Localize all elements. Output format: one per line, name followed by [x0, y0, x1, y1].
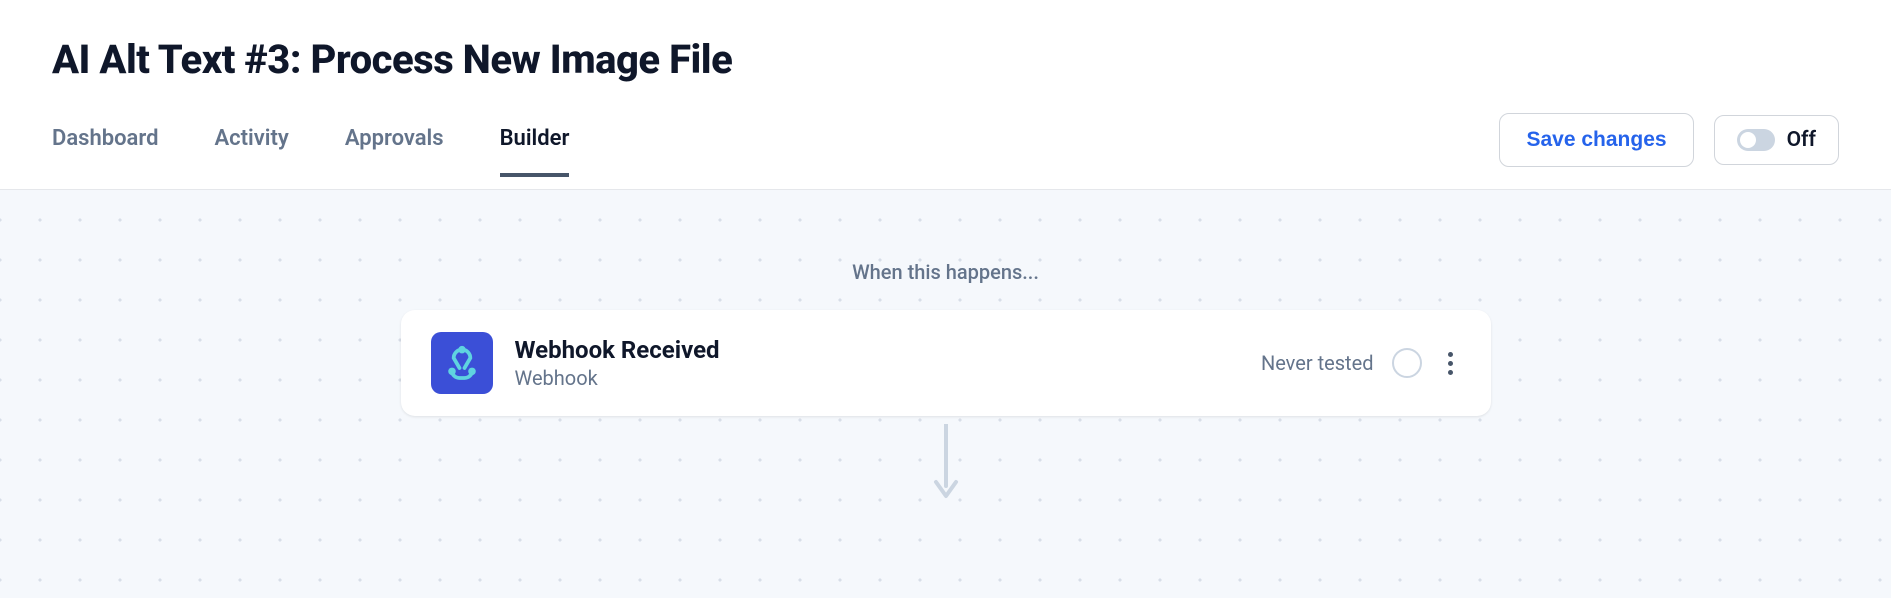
- tab-activity[interactable]: Activity: [214, 126, 288, 177]
- trigger-section-label: When this happens...: [852, 260, 1039, 284]
- node-status-indicator: [1392, 348, 1422, 378]
- tab-nav: Dashboard Activity Approvals Builder: [52, 126, 569, 177]
- toggle-label: Off: [1787, 128, 1816, 152]
- page-header: AI Alt Text #3: Process New Image File D…: [0, 0, 1891, 190]
- node-right: Never tested: [1261, 346, 1461, 381]
- page-title: AI Alt Text #3: Process New Image File: [52, 36, 1839, 83]
- builder-canvas[interactable]: When this happens... Webhook Received We…: [0, 190, 1891, 598]
- tab-builder[interactable]: Builder: [500, 126, 570, 177]
- trigger-node[interactable]: Webhook Received Webhook Never tested: [401, 310, 1491, 416]
- tab-approvals[interactable]: Approvals: [345, 126, 444, 177]
- header-actions: Save changes Off: [1499, 113, 1839, 189]
- node-menu-button[interactable]: [1440, 346, 1461, 381]
- node-title: Webhook Received: [515, 336, 1239, 364]
- toggle-track: [1737, 129, 1775, 151]
- toggle-knob: [1740, 132, 1756, 148]
- node-info: Webhook Received Webhook: [515, 336, 1239, 390]
- header-row: Dashboard Activity Approvals Builder Sav…: [52, 113, 1839, 189]
- tab-dashboard[interactable]: Dashboard: [52, 126, 158, 177]
- flow-arrow-icon: [931, 424, 961, 508]
- webhook-icon: [431, 332, 493, 394]
- save-button[interactable]: Save changes: [1499, 113, 1693, 167]
- node-subtitle: Webhook: [515, 366, 1239, 390]
- workflow-toggle[interactable]: Off: [1714, 115, 1839, 165]
- node-status-text: Never tested: [1261, 351, 1374, 375]
